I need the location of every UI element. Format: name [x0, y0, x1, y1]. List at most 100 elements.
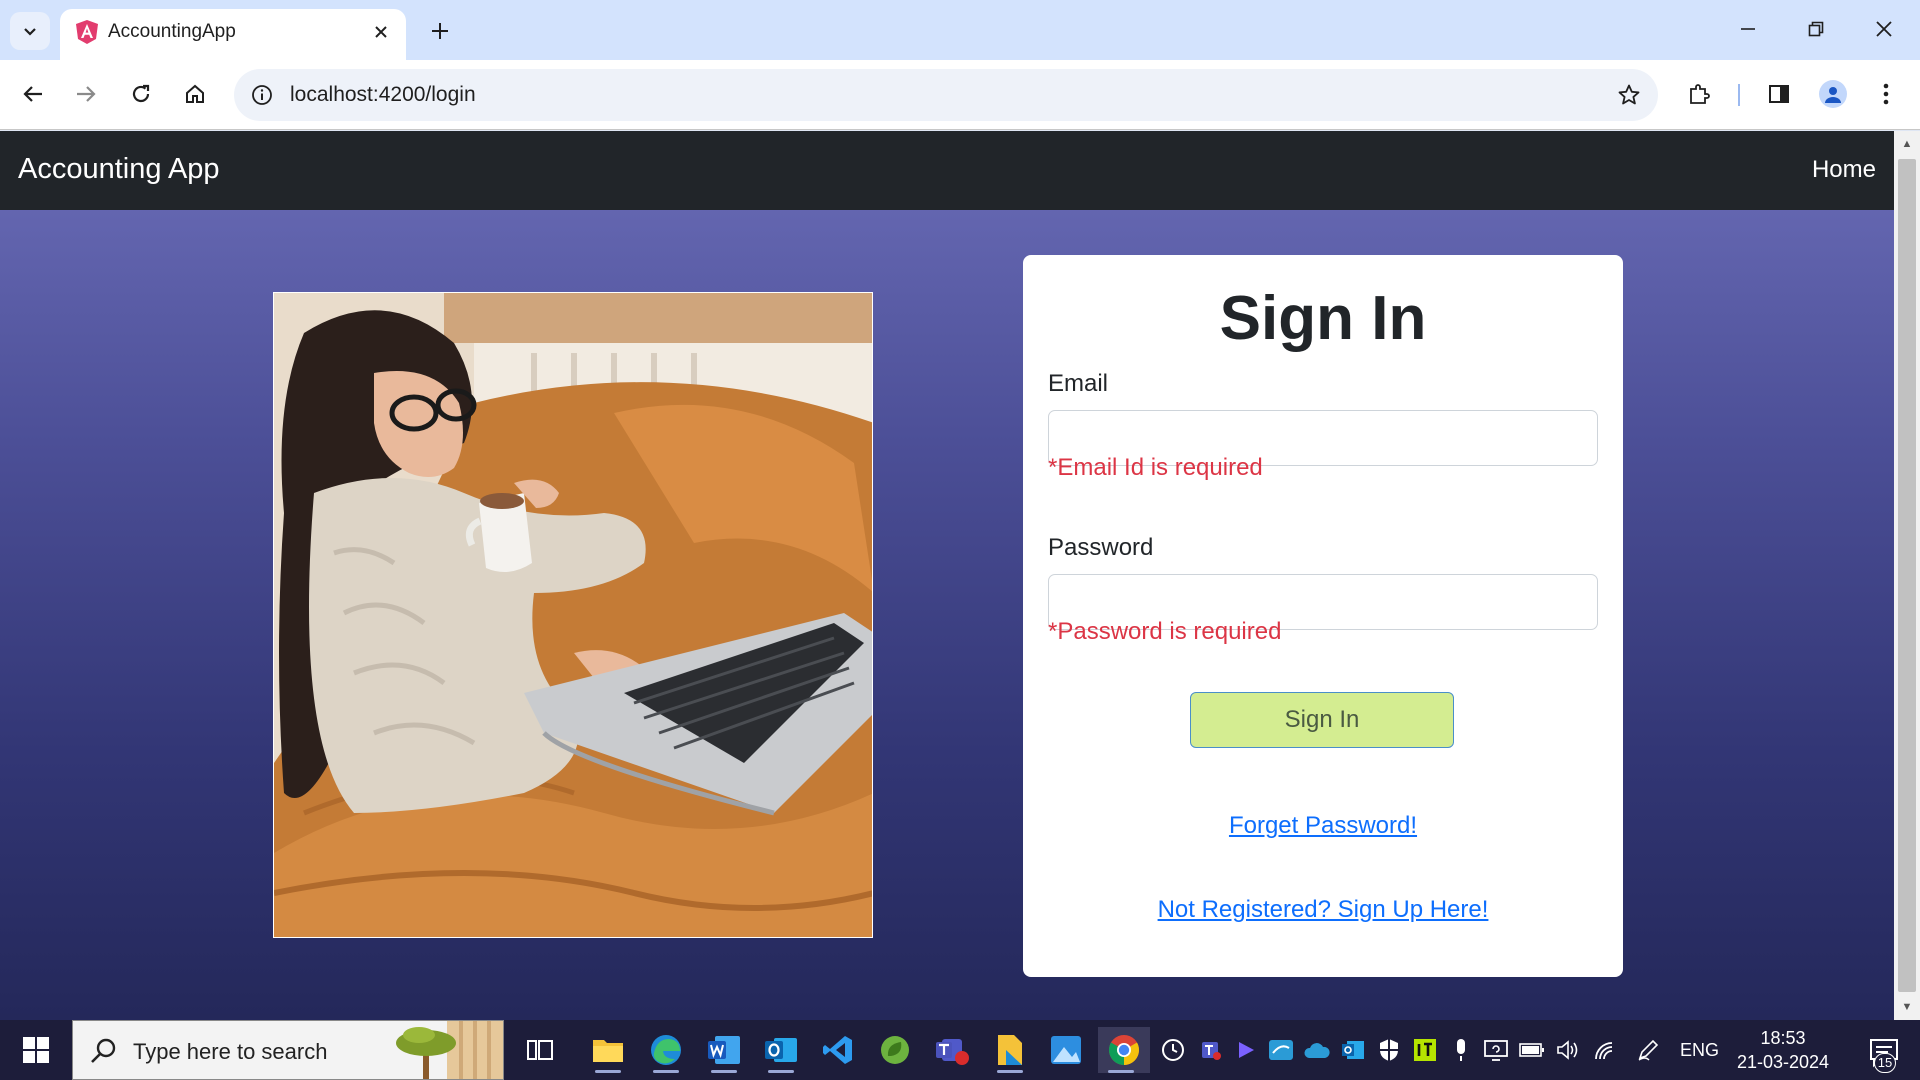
tray-it-tool[interactable] [1411, 1036, 1439, 1064]
restore-icon [1808, 21, 1824, 37]
nav-home-link[interactable]: Home [1812, 156, 1876, 184]
minimize-icon [1741, 28, 1755, 30]
clock-time: 18:53 [1760, 1028, 1806, 1048]
site-info-button[interactable] [248, 81, 276, 109]
scroll-down-button[interactable]: ▼ [1894, 996, 1920, 1018]
forward-button[interactable] [66, 74, 106, 114]
url-text[interactable]: localhost:4200/login [290, 83, 476, 107]
sign-in-card: Sign In Email *Email Id is required Pass… [1023, 255, 1623, 977]
arrow-right-icon [77, 86, 96, 102]
shield-icon [1380, 1039, 1398, 1061]
page-scrollbar[interactable]: ▲ ▼ [1894, 131, 1920, 1020]
tab-title: AccountingApp [108, 21, 236, 42]
scrollbar-thumb[interactable] [1898, 159, 1916, 992]
taskbar-chrome[interactable] [1098, 1027, 1150, 1073]
browser-tab-strip: AccountingApp [0, 0, 1920, 60]
navbar-brand[interactable]: Accounting App [18, 153, 220, 186]
bookmark-button[interactable] [1614, 80, 1644, 110]
task-view-icon [527, 1040, 553, 1060]
tray-sync-app[interactable] [1267, 1036, 1295, 1064]
side-panel-button[interactable] [1759, 74, 1799, 114]
taskbar-task-view[interactable] [517, 1027, 563, 1073]
info-icon [252, 85, 272, 105]
tray-security[interactable] [1375, 1036, 1403, 1064]
close-window-button[interactable] [1858, 8, 1910, 50]
tray-microphone[interactable] [1447, 1036, 1475, 1064]
spring-leaf-icon [881, 1036, 909, 1064]
taskbar-vscode[interactable] [815, 1027, 861, 1073]
password-label: Password [1048, 534, 1154, 561]
taskbar-word[interactable] [701, 1027, 747, 1073]
taskbar-outlook[interactable] [758, 1027, 804, 1073]
taskbar-file-explorer[interactable] [585, 1027, 631, 1073]
taskbar-edge[interactable] [643, 1027, 689, 1073]
reload-icon [132, 84, 150, 103]
plus-icon [432, 23, 448, 39]
windows-logo-icon [23, 1037, 49, 1063]
extensions-button[interactable] [1679, 74, 1719, 114]
browser-menu-button[interactable] [1866, 74, 1906, 114]
home-button[interactable] [175, 74, 215, 114]
tray-volume[interactable] [1554, 1036, 1582, 1064]
forgot-password-link[interactable]: Forget Password! [1023, 812, 1623, 840]
running-indicator [997, 1070, 1023, 1073]
minimize-button[interactable] [1722, 8, 1774, 50]
tray-clock-app[interactable] [1159, 1036, 1187, 1064]
tray-wifi[interactable] [1590, 1036, 1618, 1064]
email-error-message: *Email Id is required [1048, 454, 1263, 481]
copilot-icon [1239, 1042, 1254, 1058]
tab-search-button[interactable] [10, 12, 50, 50]
outlook-icon [765, 1038, 797, 1062]
word-icon [708, 1036, 740, 1064]
sign-in-button[interactable]: Sign In [1190, 692, 1454, 748]
clock-icon [1162, 1039, 1184, 1061]
home-icon [186, 84, 204, 103]
input-language[interactable]: ENG [1680, 1040, 1719, 1061]
scroll-up-button[interactable]: ▲ [1894, 133, 1920, 155]
start-button[interactable] [14, 1032, 58, 1068]
tray-outlook[interactable] [1339, 1036, 1367, 1064]
folder-icon [593, 1040, 623, 1062]
back-button[interactable] [13, 74, 53, 114]
outlook-icon [1342, 1041, 1364, 1059]
tray-onedrive[interactable] [1303, 1036, 1331, 1064]
password-error-message: *Password is required [1048, 618, 1282, 645]
search-placeholder: Type here to search [133, 1039, 328, 1064]
taskbar-spring-tool-suite[interactable] [872, 1027, 918, 1073]
running-indicator [1108, 1070, 1134, 1073]
close-tab-button[interactable] [366, 17, 396, 47]
hero-photo [273, 292, 873, 938]
search-icon [91, 1038, 116, 1063]
sign-up-link[interactable]: Not Registered? Sign Up Here! [1023, 896, 1623, 924]
running-indicator [653, 1070, 679, 1073]
wifi-icon [1595, 1042, 1613, 1060]
taskbar-clock[interactable]: 18:53 21-03-2024 [1718, 1026, 1848, 1074]
taskbar-photos[interactable] [1043, 1027, 1089, 1073]
angular-favicon-icon [76, 20, 98, 44]
sync-cloud-icon [1269, 1040, 1293, 1060]
tray-pen[interactable] [1634, 1036, 1662, 1064]
taskbar-teams[interactable] [929, 1027, 975, 1073]
tray-copilot[interactable] [1232, 1036, 1260, 1064]
photos-icon [1051, 1036, 1081, 1064]
tray-battery[interactable] [1518, 1036, 1546, 1064]
browser-tab[interactable]: AccountingApp [60, 9, 406, 60]
taskbar-search-box[interactable]: Type here to search [72, 1020, 504, 1080]
chevron-down-icon [24, 28, 36, 36]
tray-display[interactable] [1482, 1036, 1510, 1064]
close-icon [375, 26, 387, 38]
new-tab-button[interactable] [422, 13, 458, 49]
it-badge-icon [1414, 1039, 1436, 1061]
tray-teams[interactable] [1196, 1036, 1224, 1064]
teams-icon [1202, 1042, 1221, 1060]
running-indicator [711, 1070, 737, 1073]
restore-button[interactable] [1790, 8, 1842, 50]
address-bar[interactable]: localhost:4200/login [234, 69, 1658, 121]
running-indicator [768, 1070, 794, 1073]
notification-count-badge: 15 [1874, 1053, 1896, 1073]
reload-button[interactable] [121, 74, 161, 114]
profile-button[interactable] [1813, 74, 1853, 114]
taskbar-files-app[interactable] [987, 1027, 1033, 1073]
app-navbar: Accounting App Home [0, 131, 1894, 210]
teams-icon [936, 1039, 969, 1065]
